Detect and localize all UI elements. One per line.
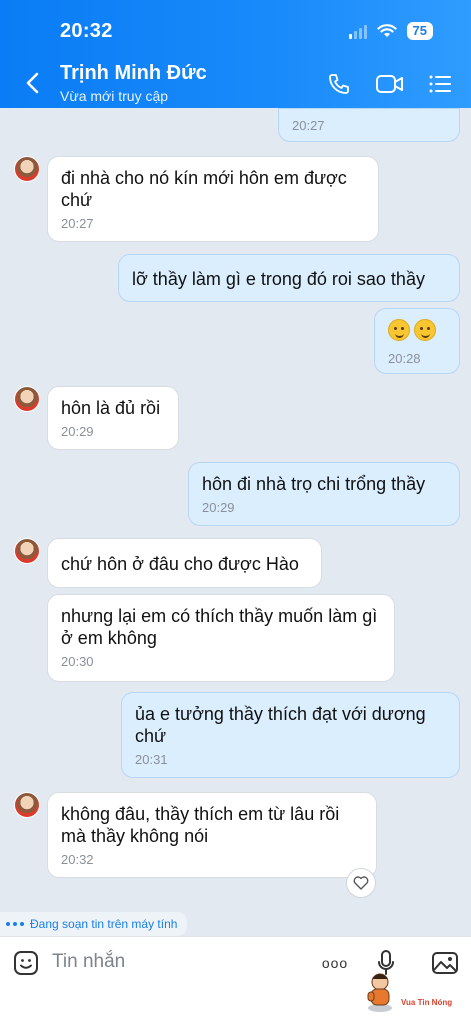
message-input[interactable]: Tin nhắn xyxy=(52,951,125,973)
message-text: ủa e tưởng thầy thích đạt với dương chứ xyxy=(135,704,426,746)
menu-list-icon xyxy=(429,75,451,93)
message-bubble-outgoing[interactable]: 20:28 xyxy=(374,308,460,374)
message-text: nhưng lại em có thích thầy muốn làm gì ở… xyxy=(61,606,378,648)
more-icon: ooo xyxy=(321,955,349,971)
message-bubble-incoming[interactable]: đi nhà cho nó kín mới hôn em được chứ 20… xyxy=(47,156,379,242)
call-button[interactable] xyxy=(325,70,353,98)
message-text: đi nhà cho nó kín mới hôn em được chứ xyxy=(61,168,347,210)
contact-avatar[interactable] xyxy=(14,156,40,182)
message-bubble-incoming[interactable]: hôn là đủ rồi 20:29 xyxy=(47,386,179,450)
contact-avatar[interactable] xyxy=(14,386,40,412)
more-options-button[interactable]: ooo xyxy=(318,949,352,977)
emoji-message xyxy=(388,319,446,346)
contact-name[interactable]: Trịnh Minh Đức xyxy=(60,62,207,85)
watermark-mascot-icon xyxy=(367,973,392,1012)
contact-status: Vừa mới truy cập xyxy=(60,88,169,104)
video-call-button[interactable] xyxy=(374,70,406,98)
status-indicators: 75 xyxy=(348,22,433,40)
message-bubble-outgoing[interactable]: 20:27 xyxy=(278,108,460,142)
video-call-icon xyxy=(376,75,403,93)
typing-indicator: Đang soạn tin trên máy tính xyxy=(0,912,188,936)
sticker-button[interactable] xyxy=(12,949,40,977)
message-bubble-incoming[interactable]: nhưng lại em có thích thầy muốn làm gì ở… xyxy=(47,594,395,682)
message-bubble-outgoing[interactable]: ủa e tưởng thầy thích đạt với dương chứ … xyxy=(121,692,460,778)
back-icon xyxy=(26,72,39,94)
message-bubble-outgoing[interactable]: hôn đi nhà trọ chi trổng thầy 20:29 xyxy=(188,462,460,526)
message-text: lỡ thầy làm gì e trong đó roi sao thầy xyxy=(132,269,425,289)
menu-button[interactable] xyxy=(426,70,454,98)
crying-face-emoji xyxy=(388,319,410,341)
heart-icon xyxy=(353,876,369,890)
message-time: 20:28 xyxy=(388,351,421,366)
message-bubble-incoming[interactable]: không đâu, thầy thích em từ lâu rồi mà t… xyxy=(47,792,377,878)
message-time: 20:29 xyxy=(61,424,94,439)
signal-icon xyxy=(348,23,367,39)
typing-indicator-text: Đang soạn tin trên máy tính xyxy=(30,917,178,931)
message-text: hôn đi nhà trọ chi trổng thầy xyxy=(202,474,426,494)
grinning-face-emoji xyxy=(414,319,436,341)
react-button[interactable] xyxy=(346,868,376,898)
message-bubble-incoming[interactable]: chứ hôn ở đâu cho được Hào xyxy=(47,538,322,588)
back-button[interactable] xyxy=(18,68,46,98)
message-text: không đâu, thầy thích em từ lâu rồi mà t… xyxy=(61,804,340,846)
wifi-icon xyxy=(376,24,397,37)
typing-dots-icon xyxy=(6,922,24,926)
message-time: 20:31 xyxy=(135,752,168,767)
watermark-text: Vua Tin Nóng xyxy=(401,998,453,1007)
battery-indicator: 75 xyxy=(406,22,433,40)
message-bubble-outgoing[interactable]: lỡ thầy làm gì e trong đó roi sao thầy xyxy=(118,254,460,302)
phone-icon xyxy=(329,74,349,94)
chat-header: 20:32 75 Trịnh Minh Đức Vừa mới truy cập xyxy=(0,0,471,108)
message-time: 20:27 xyxy=(292,118,325,133)
message-time: 20:29 xyxy=(202,500,235,515)
contact-avatar[interactable] xyxy=(14,792,40,818)
status-time: 20:32 xyxy=(60,20,113,42)
message-text: hôn là đủ rồi xyxy=(61,398,161,418)
message-text: chứ hôn ở đâu cho được Hào xyxy=(61,554,299,574)
message-time: 20:27 xyxy=(61,216,94,231)
contact-avatar[interactable] xyxy=(14,538,40,564)
message-time: 20:30 xyxy=(61,654,94,669)
sticker-icon xyxy=(14,951,38,975)
message-time: 20:32 xyxy=(61,852,94,867)
